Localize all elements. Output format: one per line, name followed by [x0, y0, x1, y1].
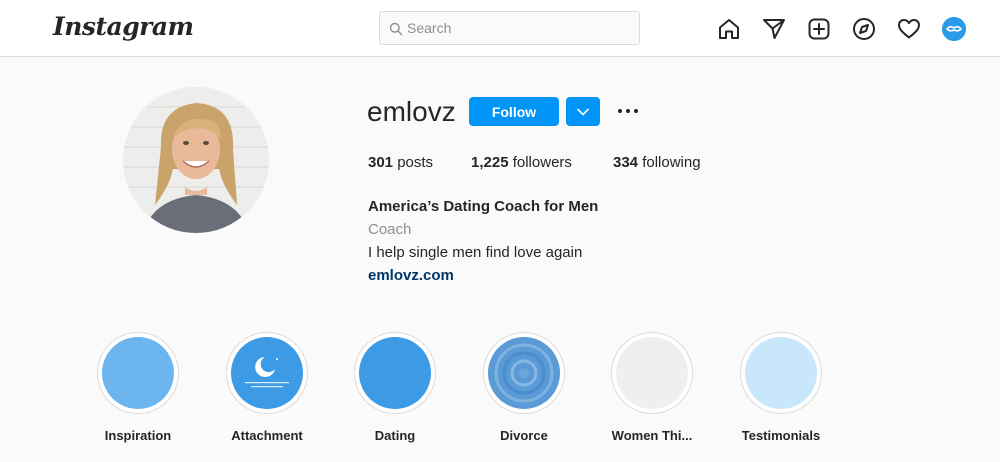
new-post-icon[interactable]	[806, 16, 832, 42]
highlight-dating[interactable]: Dating	[331, 332, 459, 443]
following-count-label: following	[642, 154, 701, 171]
profile-avatar[interactable]	[942, 17, 966, 41]
highlight-ring	[611, 332, 693, 414]
following-count[interactable]: 334 following	[613, 154, 701, 171]
highlight-ring	[483, 332, 565, 414]
instagram-logo[interactable]: Instagram	[53, 12, 194, 41]
highlight-divorce[interactable]: Divorce	[460, 332, 588, 443]
followers-count-value: 1,225	[471, 154, 509, 171]
posts-count-value: 301	[368, 154, 394, 171]
profile-avatar-image	[942, 17, 966, 41]
highlight-attachment[interactable]: Attachment	[203, 332, 331, 443]
highlight-cover	[102, 337, 174, 409]
activity-heart-icon[interactable]	[896, 16, 922, 42]
chevron-down-icon	[577, 108, 589, 115]
highlight-women-thi[interactable]: Women Thi...	[588, 332, 716, 443]
more-options-icon	[618, 109, 638, 113]
highlight-testimonials[interactable]: Testimonials	[717, 332, 845, 443]
followers-count[interactable]: 1,225 followers	[471, 154, 572, 171]
highlight-label: Inspiration	[104, 428, 172, 443]
highlight-ring	[354, 332, 436, 414]
highlight-label: Testimonials	[741, 428, 821, 443]
home-icon[interactable]	[716, 16, 742, 42]
following-count-value: 334	[613, 154, 639, 171]
bio-category: Coach	[368, 221, 412, 238]
followers-count-label: followers	[512, 154, 572, 171]
more-options-button[interactable]	[612, 96, 644, 126]
highlight-label: Dating	[374, 428, 416, 443]
highlight-label: Attachment	[231, 428, 303, 443]
highlight-cover	[616, 337, 688, 409]
search-icon	[389, 22, 403, 36]
direct-message-icon[interactable]	[761, 16, 787, 42]
bio-description: I help single men find love again	[368, 244, 583, 261]
follow-button[interactable]: Follow	[469, 97, 559, 126]
highlight-cover	[231, 337, 303, 409]
suggested-accounts-button[interactable]	[566, 97, 600, 126]
posts-count-label: posts	[397, 154, 434, 171]
highlight-cover	[359, 337, 431, 409]
highlight-inspiration[interactable]: Inspiration	[74, 332, 202, 443]
profile-photo-image	[123, 87, 269, 233]
highlight-cover	[745, 337, 817, 409]
explore-icon[interactable]	[851, 16, 877, 42]
top-navigation-bar: Instagram	[0, 0, 1000, 57]
highlight-label: Divorce	[500, 428, 548, 443]
profile-username: emlovz	[367, 96, 456, 127]
profile-picture[interactable]	[123, 87, 269, 233]
bio-website-link[interactable]: emlovz.com	[368, 264, 454, 287]
highlight-cover	[488, 337, 560, 409]
profile-bio: America’s Dating Coach for Men Coach I h…	[368, 195, 598, 287]
posts-count: 301 posts	[368, 154, 433, 171]
highlight-ring	[97, 332, 179, 414]
search-input[interactable]	[407, 12, 632, 44]
highlight-ring	[226, 332, 308, 414]
highlight-ring	[740, 332, 822, 414]
search-box[interactable]	[379, 11, 640, 45]
highlight-label: Women Thi...	[611, 428, 693, 443]
bio-full-name: America’s Dating Coach for Men	[368, 198, 599, 215]
